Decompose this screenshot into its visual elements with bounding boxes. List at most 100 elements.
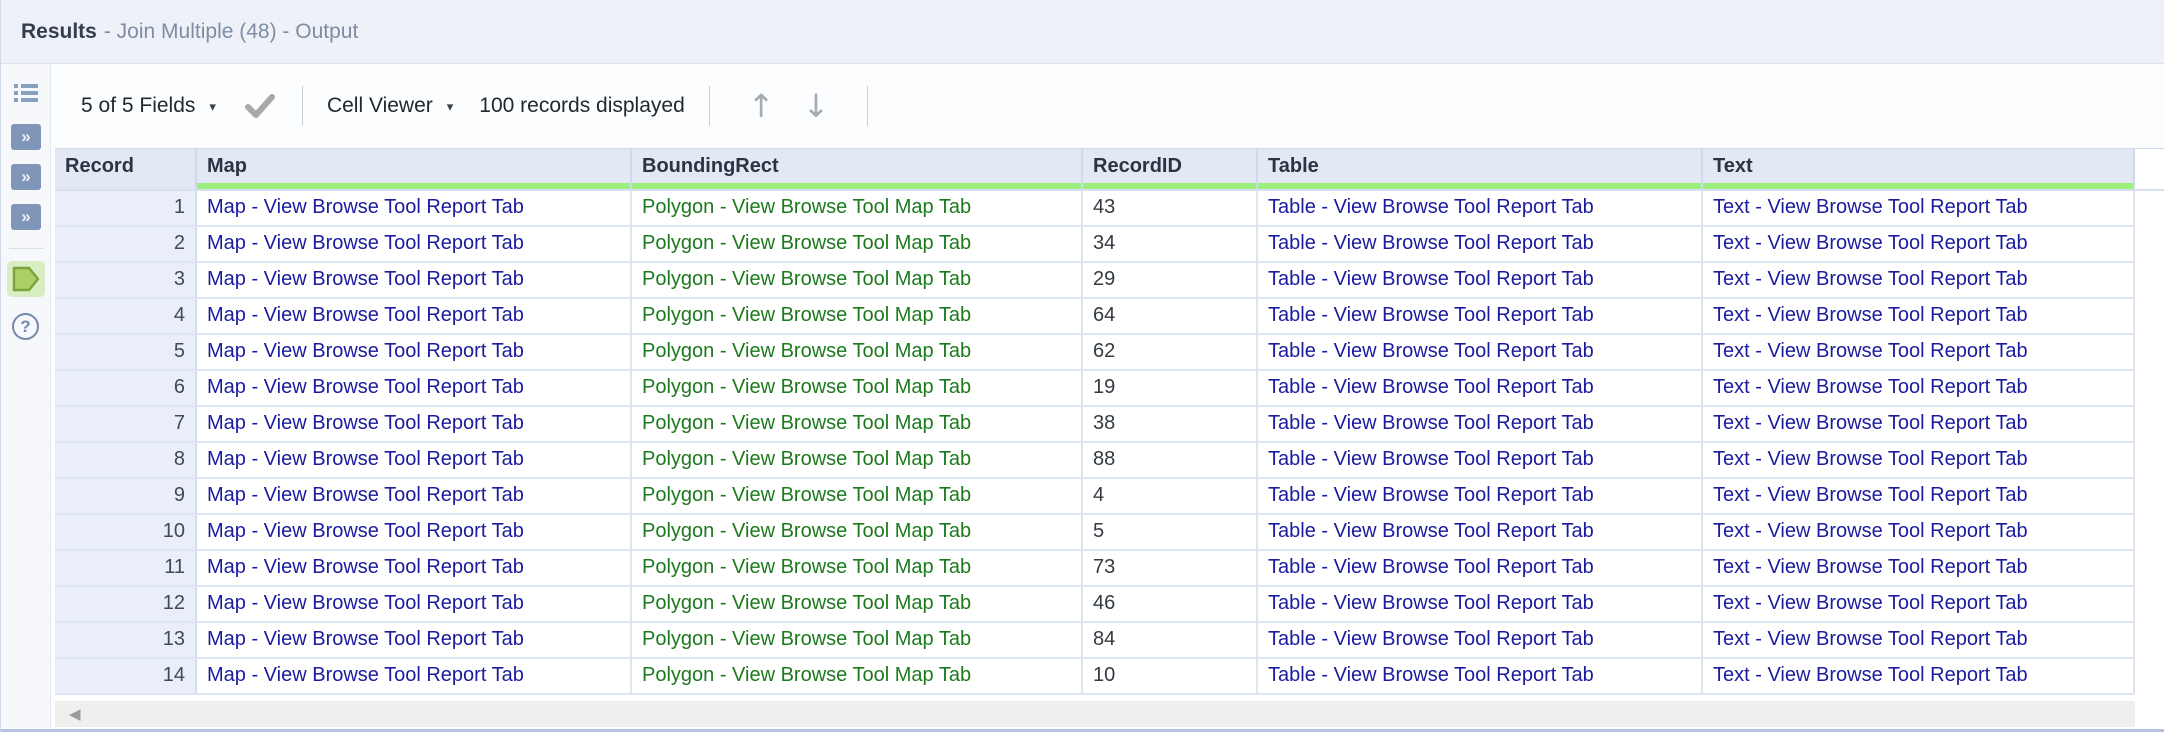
cell-text[interactable]: Text - View Browse Tool Report Tab: [1703, 659, 2135, 695]
cell-bounding_rect[interactable]: Polygon - View Browse Tool Map Tab: [632, 191, 1083, 227]
input-anchor-1-icon[interactable]: »: [10, 124, 41, 150]
help-icon[interactable]: ?: [12, 313, 39, 340]
cell-record[interactable]: 6: [55, 371, 197, 407]
cell-record_id[interactable]: 29: [1083, 263, 1258, 299]
cell-map[interactable]: Map - View Browse Tool Report Tab: [197, 335, 632, 371]
cell-map[interactable]: Map - View Browse Tool Report Tab: [197, 479, 632, 515]
input-anchor-3-icon[interactable]: »: [10, 204, 41, 230]
cell-record[interactable]: 7: [55, 407, 197, 443]
cell-record_id[interactable]: 88: [1083, 443, 1258, 479]
cell-record[interactable]: 2: [55, 227, 197, 263]
output-anchor-icon[interactable]: [6, 261, 45, 297]
cell-text[interactable]: Text - View Browse Tool Report Tab: [1703, 587, 2135, 623]
cell-bounding_rect[interactable]: Polygon - View Browse Tool Map Tab: [632, 371, 1083, 407]
cell-table[interactable]: Table - View Browse Tool Report Tab: [1258, 407, 1703, 443]
cell-bounding_rect[interactable]: Polygon - View Browse Tool Map Tab: [632, 443, 1083, 479]
cell-table[interactable]: Table - View Browse Tool Report Tab: [1258, 659, 1703, 695]
cell-map[interactable]: Map - View Browse Tool Report Tab: [197, 551, 632, 587]
cell-record[interactable]: 10: [55, 515, 197, 551]
cell-text[interactable]: Text - View Browse Tool Report Tab: [1703, 335, 2135, 371]
cell-text[interactable]: Text - View Browse Tool Report Tab: [1703, 479, 2135, 515]
cell-map[interactable]: Map - View Browse Tool Report Tab: [197, 587, 632, 623]
cell-table[interactable]: Table - View Browse Tool Report Tab: [1258, 299, 1703, 335]
scroll-up-button[interactable]: ↑: [748, 90, 775, 122]
cell-record_id[interactable]: 38: [1083, 407, 1258, 443]
column-header-text[interactable]: Text: [1703, 149, 2135, 189]
cell-table[interactable]: Table - View Browse Tool Report Tab: [1258, 335, 1703, 371]
cell-text[interactable]: Text - View Browse Tool Report Tab: [1703, 407, 2135, 443]
cell-record_id[interactable]: 5: [1083, 515, 1258, 551]
cell-bounding_rect[interactable]: Polygon - View Browse Tool Map Tab: [632, 227, 1083, 263]
cell-text[interactable]: Text - View Browse Tool Report Tab: [1703, 299, 2135, 335]
cell-table[interactable]: Table - View Browse Tool Report Tab: [1258, 263, 1703, 299]
cell-text[interactable]: Text - View Browse Tool Report Tab: [1703, 371, 2135, 407]
cell-bounding_rect[interactable]: Polygon - View Browse Tool Map Tab: [632, 659, 1083, 695]
column-header-table[interactable]: Table: [1258, 149, 1703, 189]
cell-record[interactable]: 5: [55, 335, 197, 371]
column-header-map[interactable]: Map: [197, 149, 632, 189]
cell-bounding_rect[interactable]: Polygon - View Browse Tool Map Tab: [632, 587, 1083, 623]
cell-record_id[interactable]: 64: [1083, 299, 1258, 335]
cell-table[interactable]: Table - View Browse Tool Report Tab: [1258, 371, 1703, 407]
cell-text[interactable]: Text - View Browse Tool Report Tab: [1703, 623, 2135, 659]
cell-record_id[interactable]: 73: [1083, 551, 1258, 587]
cell-record_id[interactable]: 84: [1083, 623, 1258, 659]
cell-record_id[interactable]: 19: [1083, 371, 1258, 407]
scroll-left-icon[interactable]: ◀: [69, 705, 81, 723]
cell-map[interactable]: Map - View Browse Tool Report Tab: [197, 263, 632, 299]
cell-record[interactable]: 3: [55, 263, 197, 299]
cell-record[interactable]: 11: [55, 551, 197, 587]
scroll-down-button[interactable]: ↓: [803, 90, 830, 122]
cell-map[interactable]: Map - View Browse Tool Report Tab: [197, 443, 632, 479]
cell-table[interactable]: Table - View Browse Tool Report Tab: [1258, 479, 1703, 515]
cell-map[interactable]: Map - View Browse Tool Report Tab: [197, 191, 632, 227]
cell-record[interactable]: 1: [55, 191, 197, 227]
cell-record_id[interactable]: 10: [1083, 659, 1258, 695]
cell-record_id[interactable]: 62: [1083, 335, 1258, 371]
cell-record_id[interactable]: 4: [1083, 479, 1258, 515]
cell-bounding_rect[interactable]: Polygon - View Browse Tool Map Tab: [632, 623, 1083, 659]
cell-record[interactable]: 4: [55, 299, 197, 335]
cell-bounding_rect[interactable]: Polygon - View Browse Tool Map Tab: [632, 335, 1083, 371]
cell-bounding_rect[interactable]: Polygon - View Browse Tool Map Tab: [632, 263, 1083, 299]
cell-table[interactable]: Table - View Browse Tool Report Tab: [1258, 191, 1703, 227]
cell-bounding_rect[interactable]: Polygon - View Browse Tool Map Tab: [632, 551, 1083, 587]
cell-record_id[interactable]: 34: [1083, 227, 1258, 263]
fields-dropdown[interactable]: 5 of 5 Fields ▾: [81, 94, 216, 118]
cell-record[interactable]: 8: [55, 443, 197, 479]
cell-record_id[interactable]: 43: [1083, 191, 1258, 227]
horizontal-scrollbar[interactable]: ◀: [55, 701, 2135, 727]
cell-map[interactable]: Map - View Browse Tool Report Tab: [197, 659, 632, 695]
cell-record[interactable]: 9: [55, 479, 197, 515]
cell-table[interactable]: Table - View Browse Tool Report Tab: [1258, 515, 1703, 551]
cell-bounding_rect[interactable]: Polygon - View Browse Tool Map Tab: [632, 407, 1083, 443]
apply-check-icon[interactable]: [242, 92, 278, 120]
cell-map[interactable]: Map - View Browse Tool Report Tab: [197, 227, 632, 263]
column-header-bounding_rect[interactable]: BoundingRect: [632, 149, 1083, 189]
cell-text[interactable]: Text - View Browse Tool Report Tab: [1703, 515, 2135, 551]
cell-text[interactable]: Text - View Browse Tool Report Tab: [1703, 227, 2135, 263]
cell-table[interactable]: Table - View Browse Tool Report Tab: [1258, 443, 1703, 479]
cell-record_id[interactable]: 46: [1083, 587, 1258, 623]
cell-map[interactable]: Map - View Browse Tool Report Tab: [197, 515, 632, 551]
cell-text[interactable]: Text - View Browse Tool Report Tab: [1703, 191, 2135, 227]
cell-text[interactable]: Text - View Browse Tool Report Tab: [1703, 263, 2135, 299]
cell-map[interactable]: Map - View Browse Tool Report Tab: [197, 407, 632, 443]
column-header-record[interactable]: Record: [55, 149, 197, 189]
cell-table[interactable]: Table - View Browse Tool Report Tab: [1258, 623, 1703, 659]
cell-table[interactable]: Table - View Browse Tool Report Tab: [1258, 227, 1703, 263]
cell-map[interactable]: Map - View Browse Tool Report Tab: [197, 623, 632, 659]
input-anchor-2-icon[interactable]: »: [10, 164, 41, 190]
cell-map[interactable]: Map - View Browse Tool Report Tab: [197, 371, 632, 407]
cell-bounding_rect[interactable]: Polygon - View Browse Tool Map Tab: [632, 479, 1083, 515]
cell-bounding_rect[interactable]: Polygon - View Browse Tool Map Tab: [632, 515, 1083, 551]
cell-table[interactable]: Table - View Browse Tool Report Tab: [1258, 587, 1703, 623]
cell-record[interactable]: 14: [55, 659, 197, 695]
cell-bounding_rect[interactable]: Polygon - View Browse Tool Map Tab: [632, 299, 1083, 335]
cell-table[interactable]: Table - View Browse Tool Report Tab: [1258, 551, 1703, 587]
cell-record[interactable]: 13: [55, 623, 197, 659]
column-header-record_id[interactable]: RecordID: [1083, 149, 1258, 189]
cell-text[interactable]: Text - View Browse Tool Report Tab: [1703, 443, 2135, 479]
cell-record[interactable]: 12: [55, 587, 197, 623]
metadata-list-icon[interactable]: [11, 80, 41, 106]
